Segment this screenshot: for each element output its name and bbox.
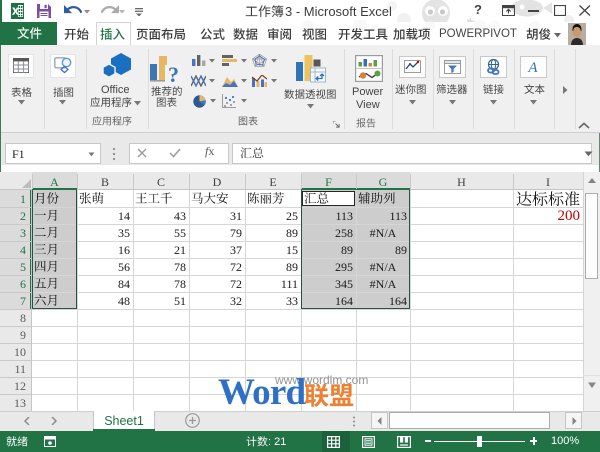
svg-text:A: A — [527, 60, 538, 75]
svg-text:?: ? — [168, 62, 179, 87]
